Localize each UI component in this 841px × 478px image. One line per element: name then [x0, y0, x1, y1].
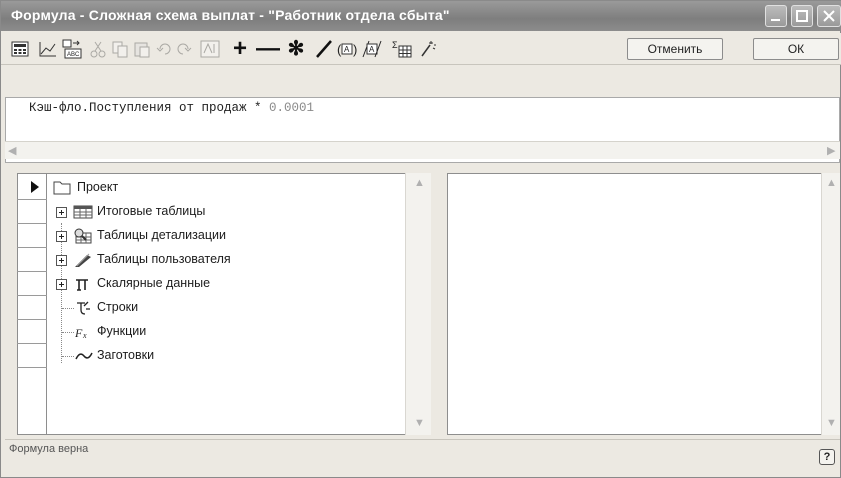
svg-text:A: A — [369, 45, 375, 54]
parentheses-a-icon[interactable]: (A) — [337, 38, 359, 60]
scroll-right-icon[interactable]: ▶ — [827, 144, 835, 157]
expand-icon[interactable] — [56, 255, 67, 266]
tree-item-scalar-data[interactable]: Скалярные данные — [97, 276, 210, 290]
minimize-icon — [771, 19, 780, 21]
cut-icon[interactable] — [87, 38, 109, 60]
copy-icon[interactable] — [109, 38, 131, 60]
strings-icon — [75, 300, 91, 319]
function-icon[interactable] — [199, 38, 221, 60]
pi-icon — [74, 276, 90, 295]
toolbar: ABC + — ✻ (A) A Σ Отменить ОК — [1, 33, 841, 65]
svg-text:(: ( — [337, 42, 342, 57]
redo-icon[interactable] — [173, 38, 195, 60]
maximize-icon — [796, 10, 808, 22]
tree-item-templates[interactable]: Заготовки — [97, 348, 154, 362]
detail-table-icon — [73, 228, 93, 247]
scroll-down-icon[interactable]: ▼ — [414, 417, 425, 429]
paste-icon[interactable] — [131, 38, 153, 60]
title-bar[interactable]: Формула - Сложная схема выплат - "Работн… — [1, 1, 841, 31]
gutter-divider — [17, 199, 47, 200]
tree-item-strings[interactable]: Строки — [97, 300, 138, 314]
text-abc-icon[interactable]: ABC — [61, 38, 83, 60]
maximize-button[interactable] — [791, 5, 813, 27]
close-icon — [823, 10, 835, 22]
tree-item-detail-tables[interactable]: Таблицы детализации — [97, 228, 226, 242]
function-fx-icon: Fx — [74, 324, 93, 343]
divide-icon[interactable] — [313, 38, 335, 60]
calculator-icon[interactable] — [9, 38, 31, 60]
status-message: Формула верна — [9, 443, 89, 455]
cancel-button[interactable]: Отменить — [627, 38, 723, 60]
formula-text: Кэш-фло.Поступления от продаж * 0.0001 — [29, 101, 314, 115]
gutter-divider — [17, 343, 47, 344]
tree-branch — [62, 356, 74, 357]
svg-text:x: x — [82, 331, 87, 340]
gutter-divider — [17, 223, 47, 224]
gutter-divider — [17, 271, 47, 272]
template-icon — [75, 350, 93, 365]
tree-item-summary-tables[interactable]: Итоговые таблицы — [97, 204, 205, 218]
formula-horizontal-scrollbar[interactable]: ◀ ▶ — [5, 141, 840, 159]
gutter-divider — [17, 319, 47, 320]
current-row-marker-icon — [31, 181, 39, 193]
ok-button[interactable]: ОК — [753, 38, 839, 60]
gutter-divider — [17, 295, 47, 296]
multiply-icon[interactable]: ✻ — [285, 38, 307, 60]
table-sum-icon[interactable]: Σ — [391, 38, 413, 60]
close-button[interactable] — [817, 5, 841, 27]
details-vertical-scrollbar[interactable]: ▲ ▼ — [821, 173, 840, 435]
help-icon[interactable]: ? — [819, 449, 835, 465]
svg-text:F: F — [75, 326, 83, 340]
scroll-down-icon[interactable]: ▼ — [826, 417, 837, 429]
plus-icon[interactable]: + — [229, 37, 251, 61]
tree-vertical-scrollbar[interactable]: ▲ ▼ — [405, 173, 431, 435]
chart-icon[interactable] — [37, 38, 59, 60]
status-bar — [5, 439, 840, 463]
scroll-left-icon[interactable]: ◀ — [8, 144, 16, 157]
minus-icon[interactable]: — — [256, 37, 280, 61]
formula-expression: Кэш-фло.Поступления от продаж * — [29, 101, 270, 115]
folder-icon — [53, 179, 71, 198]
window-title: Формула - Сложная схема выплат - "Работн… — [11, 7, 450, 23]
tree-row-gutter — [17, 173, 47, 435]
wand-icon[interactable] — [417, 38, 439, 60]
details-pane[interactable] — [447, 173, 840, 435]
undo-icon[interactable] — [153, 38, 175, 60]
tree-item-functions[interactable]: Функции — [97, 324, 146, 338]
tree-branch — [62, 332, 74, 333]
expand-icon[interactable] — [56, 207, 67, 218]
parentheses-b-icon[interactable]: A — [361, 38, 383, 60]
gutter-divider — [17, 367, 47, 368]
scroll-up-icon[interactable]: ▲ — [826, 177, 837, 189]
svg-text:): ) — [353, 42, 357, 57]
formula-dialog: Формула - Сложная схема выплат - "Работн… — [0, 0, 841, 478]
tree-item-user-tables[interactable]: Таблицы пользователя — [97, 252, 231, 266]
formula-factor: 0.0001 — [269, 101, 315, 115]
tree-connector — [61, 223, 62, 363]
expand-icon[interactable] — [56, 231, 67, 242]
user-table-icon — [73, 252, 93, 271]
table-icon — [73, 204, 93, 223]
svg-text:Σ: Σ — [392, 40, 398, 50]
svg-text:ABC: ABC — [67, 52, 80, 58]
tree-branch — [62, 308, 74, 309]
minimize-button[interactable] — [765, 5, 787, 27]
svg-text:A: A — [344, 45, 350, 54]
scroll-up-icon[interactable]: ▲ — [414, 177, 425, 189]
tree-root-project[interactable]: Проект — [77, 180, 118, 194]
gutter-divider — [17, 247, 47, 248]
expand-icon[interactable] — [56, 279, 67, 290]
